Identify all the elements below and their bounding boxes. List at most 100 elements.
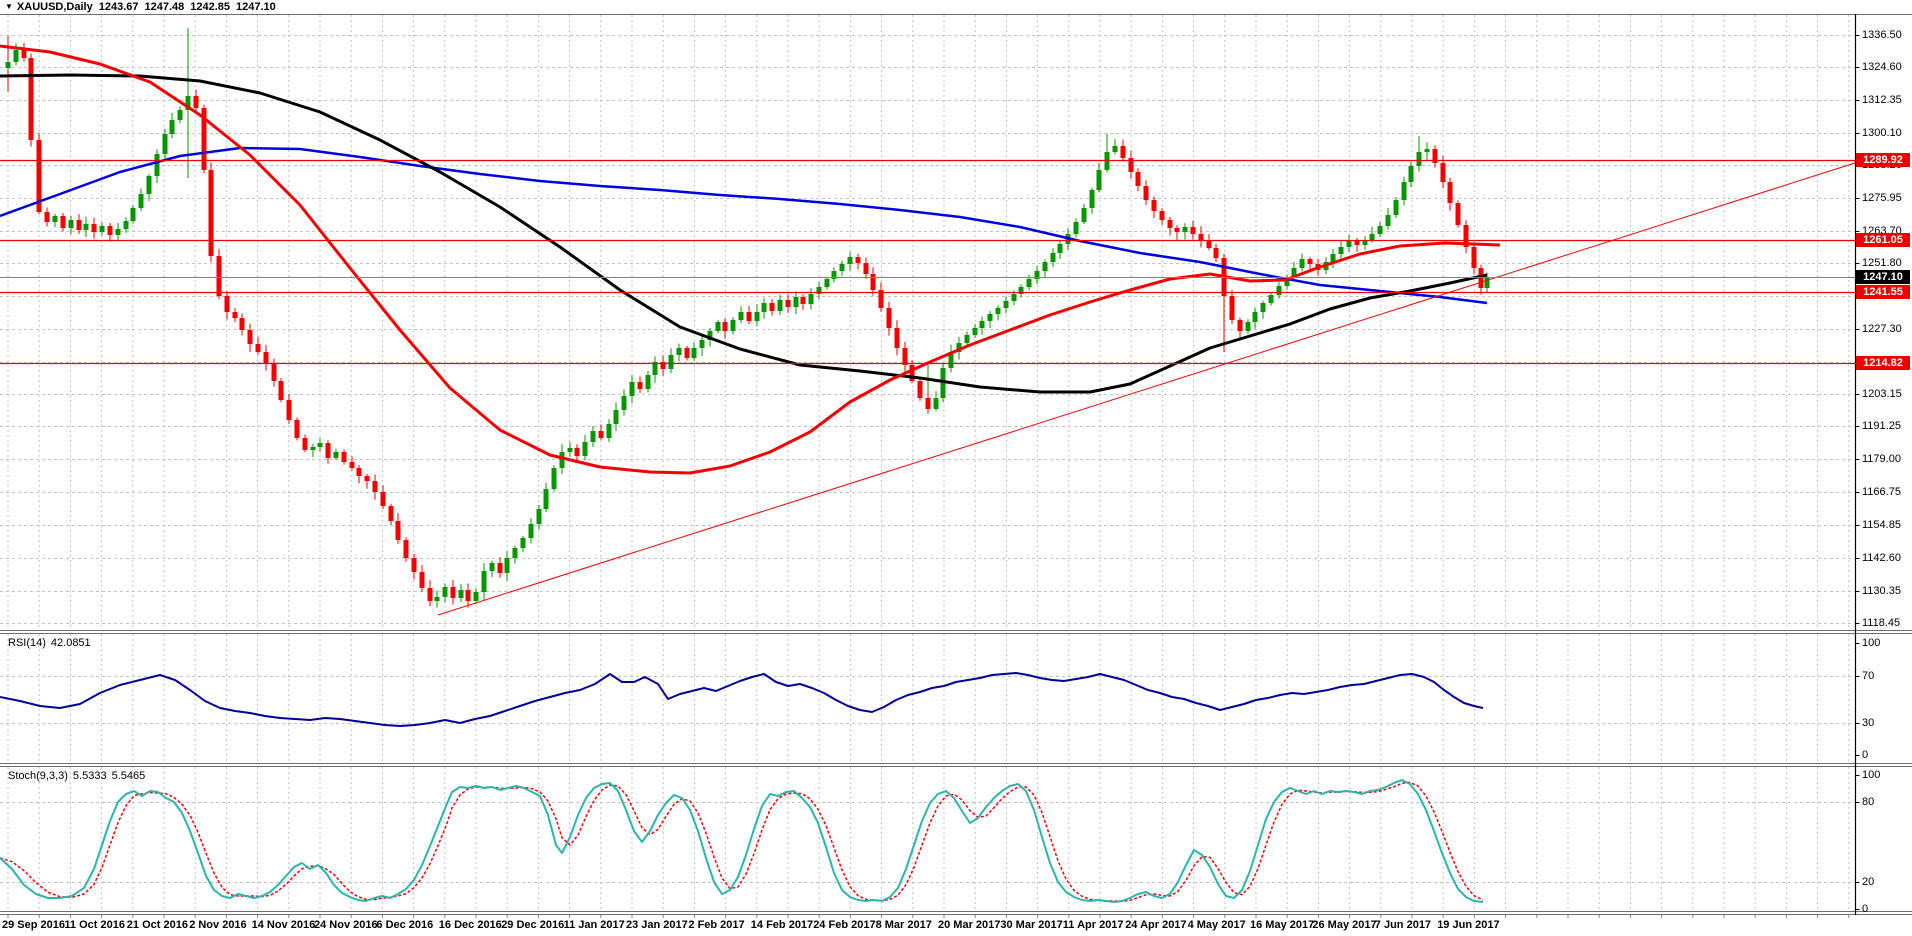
- candle-body: [870, 274, 876, 290]
- candle-body: [1484, 277, 1490, 288]
- time-tick-label: 14 Feb 2017: [750, 919, 814, 931]
- symbol-title: XAUUSD,Daily: [16, 1, 93, 13]
- candle-body: [255, 344, 261, 352]
- ohlc-close: 1247.10: [236, 1, 276, 13]
- candle-body: [504, 558, 510, 573]
- candle-body: [1276, 286, 1282, 295]
- candle-body: [239, 318, 245, 330]
- stoch-d-line: [0, 781, 1484, 903]
- candle-body: [21, 50, 27, 58]
- candle-body: [1401, 182, 1407, 200]
- candle-body: [699, 340, 705, 348]
- candle-body: [1369, 234, 1375, 240]
- candle-body: [964, 335, 970, 343]
- candle-body: [419, 572, 425, 588]
- candle-body: [995, 308, 1001, 314]
- candle-body: [317, 443, 323, 447]
- candle-body: [193, 96, 199, 108]
- candle-body: [1026, 279, 1032, 287]
- candle-body: [68, 220, 74, 228]
- candle-body: [1354, 241, 1360, 245]
- rsi-line: [0, 672, 1484, 727]
- time-tick-label: 30 Mar 2017: [1000, 919, 1063, 931]
- rsi-indicator-label: RSI(14) 42.0851: [8, 637, 96, 649]
- candle-body: [473, 592, 479, 601]
- chart-canvas[interactable]: [0, 0, 1912, 936]
- candle-body: [1081, 208, 1087, 222]
- candle-body: [130, 208, 136, 221]
- candle-body: [1229, 296, 1235, 320]
- candle-body: [1447, 182, 1453, 203]
- price-tick-label: 1203.15: [1862, 388, 1902, 400]
- candle-body: [1385, 215, 1391, 226]
- candle-body: [341, 452, 347, 462]
- candle-body: [1143, 186, 1149, 200]
- symbol-dropdown-arrow-icon[interactable]: ▼: [5, 2, 13, 11]
- candle-body: [746, 312, 752, 321]
- candle-body: [169, 120, 175, 134]
- time-tick-label: 24 Nov 2016: [314, 919, 378, 931]
- candle-body: [1377, 226, 1383, 234]
- candle-body: [886, 308, 892, 328]
- candle-body: [543, 489, 549, 509]
- candle-body: [107, 226, 113, 235]
- candle-body: [1471, 247, 1477, 268]
- candle-body: [427, 588, 433, 601]
- candle-body: [271, 363, 277, 381]
- price-tick-label: 1312.35: [1862, 94, 1902, 106]
- candle-body: [528, 524, 534, 538]
- candle-body: [800, 297, 806, 304]
- candle-body: [1393, 200, 1399, 215]
- candle-body: [715, 322, 721, 331]
- candle-body: [684, 348, 690, 358]
- time-tick-label: 24 Feb 2017: [813, 919, 876, 931]
- candle-body: [28, 58, 34, 140]
- time-tick-label: 20 Mar 2017: [938, 919, 1001, 931]
- ohlc-low: 1242.85: [190, 1, 231, 13]
- ohlc-high: 1247.48: [144, 1, 185, 13]
- ma-red-line: [0, 44, 1501, 475]
- candle-body: [60, 216, 66, 228]
- candle-body: [208, 170, 214, 256]
- time-tick-label: 4 May 2017: [1187, 919, 1246, 931]
- candle-body: [372, 481, 378, 492]
- candle-body: [380, 492, 386, 506]
- candle-body: [777, 300, 783, 311]
- price-tick-label: 1336.50: [1862, 29, 1902, 41]
- candle-body: [520, 538, 526, 548]
- time-tick-label: 11 Jan 2017: [563, 919, 625, 931]
- price-tick-label: 1251.80: [1862, 257, 1902, 269]
- candle-body: [91, 224, 97, 232]
- candle-body: [99, 226, 105, 232]
- price-tick-label: 1300.10: [1862, 127, 1902, 139]
- stoch-tick-label: 80: [1862, 796, 1875, 808]
- candle-body: [278, 381, 284, 400]
- candle-body: [1135, 172, 1141, 186]
- price-tick-label: 1154.85: [1862, 519, 1901, 531]
- candle-body: [1237, 320, 1243, 331]
- candle-body: [894, 328, 900, 348]
- time-tick-label: 7 Jun 2017: [1374, 919, 1432, 931]
- candle-body: [247, 330, 253, 344]
- rsi-value: 42.0851: [50, 637, 91, 649]
- rsi-tick-label: 30: [1862, 717, 1875, 729]
- time-tick-label: 16 May 2017: [1250, 919, 1315, 931]
- price-tick-label: 1130.35: [1862, 585, 1901, 597]
- candle-body: [582, 442, 588, 456]
- candle-body: [551, 468, 557, 489]
- time-tick-label: 19 Jun 2017: [1437, 919, 1500, 931]
- candle-body: [793, 297, 799, 307]
- candle-body: [933, 398, 939, 409]
- candle-body: [1089, 190, 1095, 208]
- trendline: [437, 161, 1859, 616]
- time-tick-label: 16 Dec 2016: [438, 919, 502, 931]
- candle-body: [388, 506, 394, 521]
- price-tick-label: 1179.00: [1862, 453, 1901, 465]
- candle-body: [972, 328, 978, 335]
- candle-body: [224, 296, 230, 312]
- candle-body: [722, 322, 728, 331]
- candle-body: [450, 587, 456, 598]
- candle-body: [738, 312, 744, 320]
- candle-body: [925, 398, 931, 409]
- candle-body: [442, 587, 448, 597]
